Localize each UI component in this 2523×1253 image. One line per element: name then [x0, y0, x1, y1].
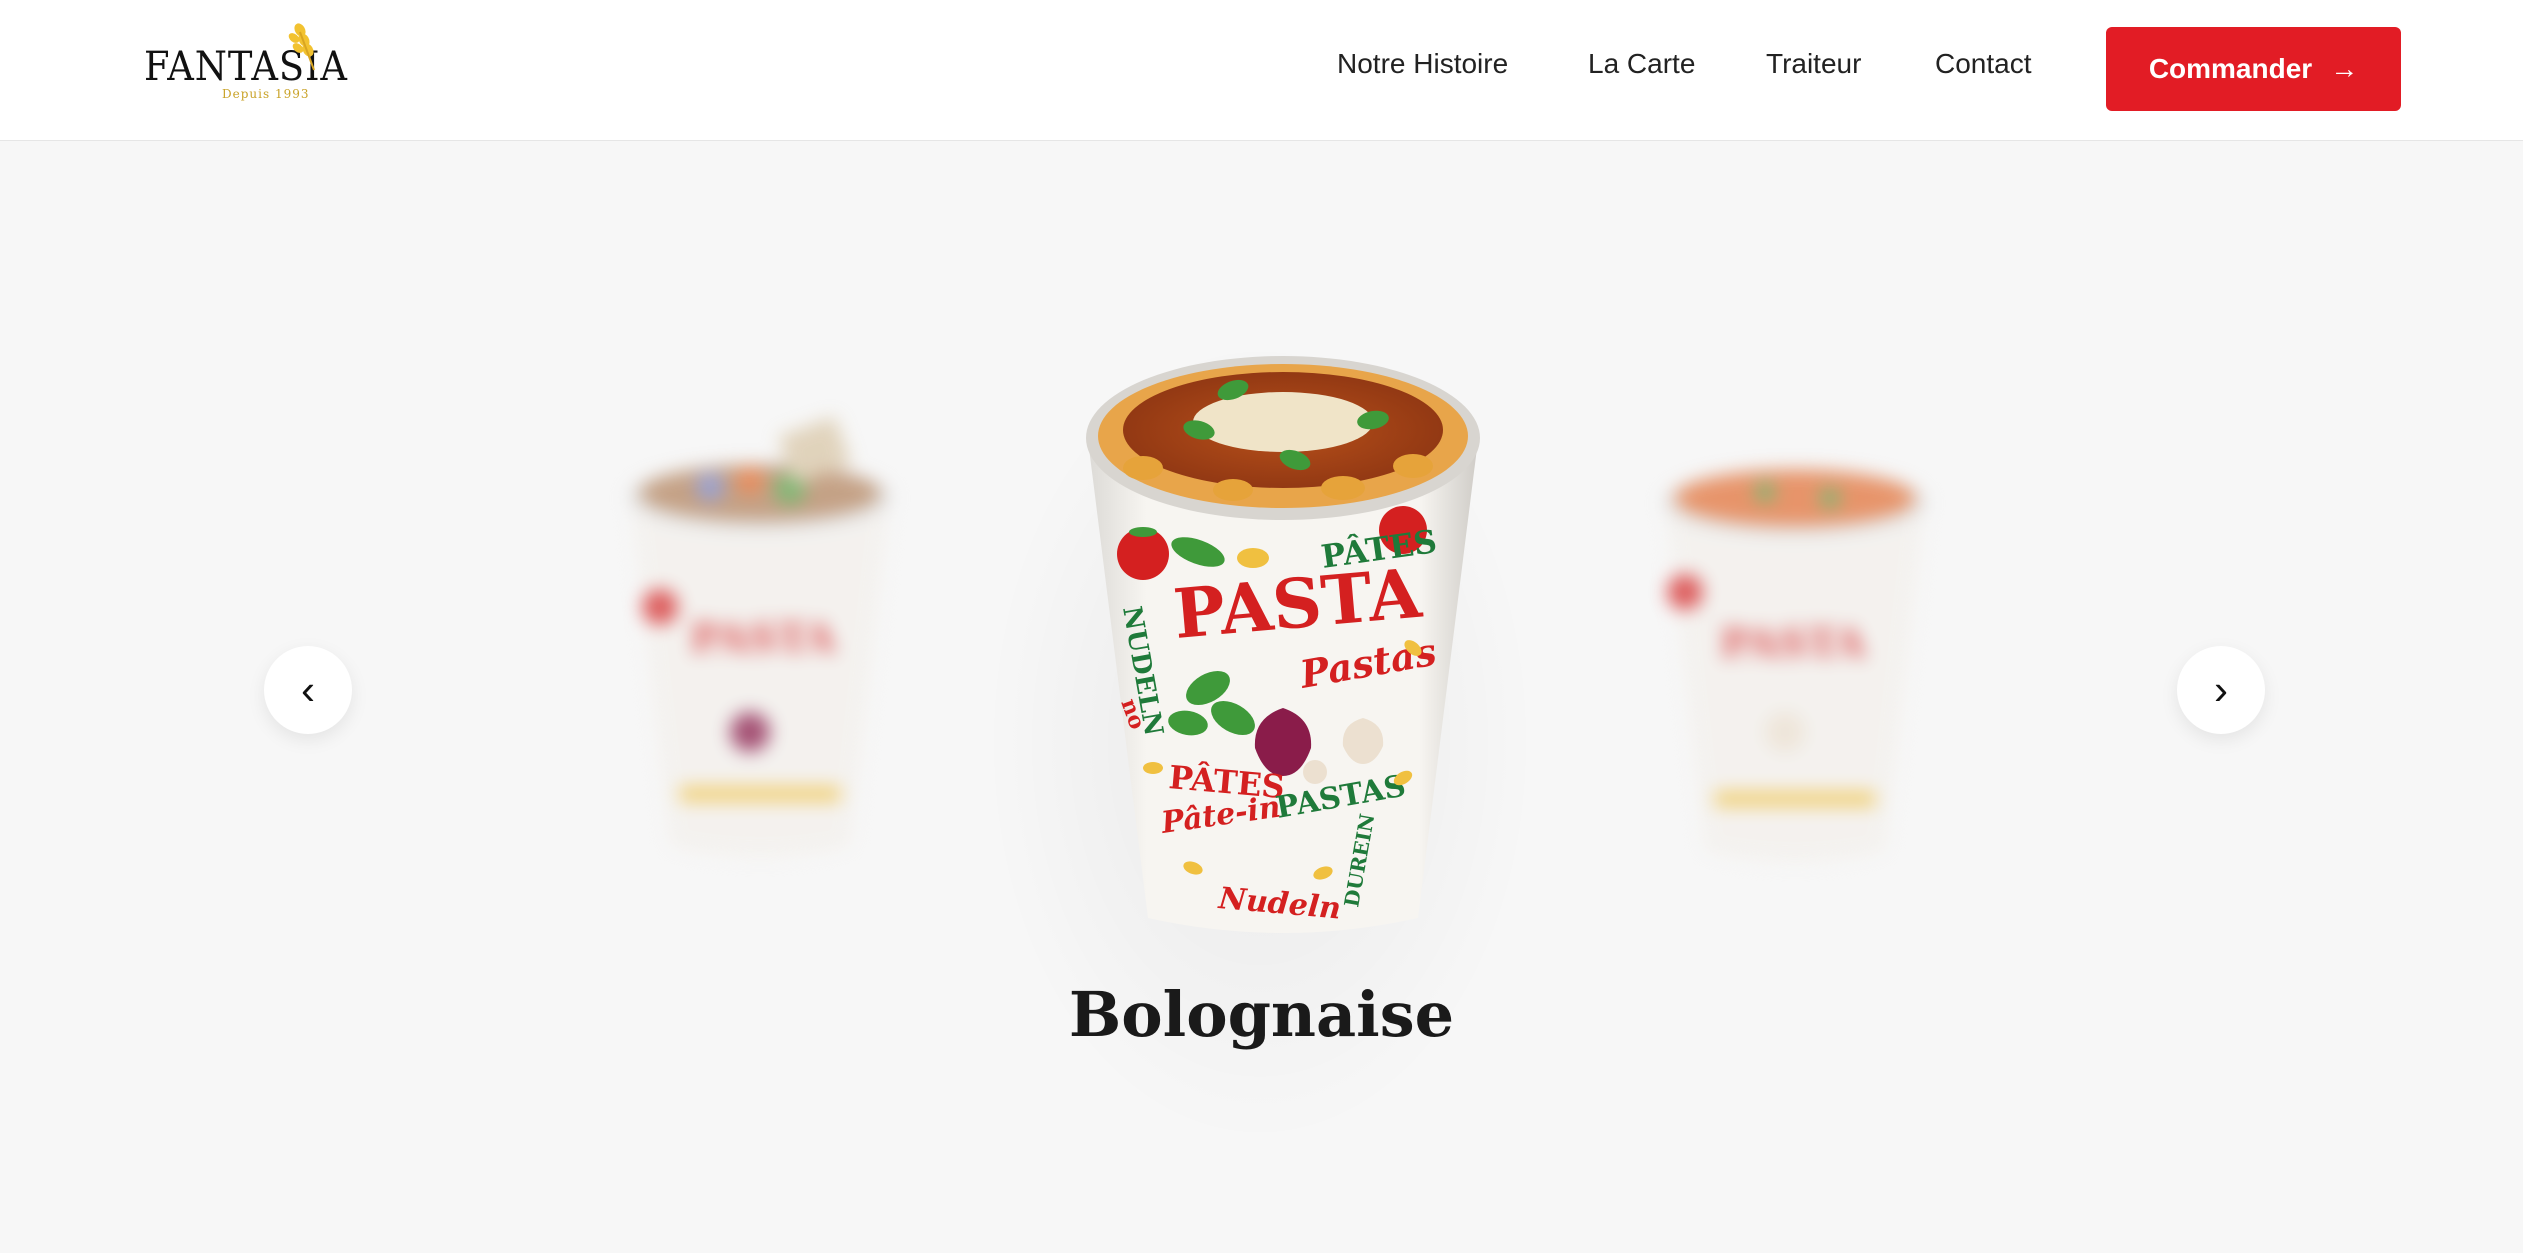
carousel-next-button[interactable]: ›: [2177, 646, 2265, 734]
svg-text:PASTA: PASTA: [690, 615, 837, 662]
carousel-item-next[interactable]: PASTA: [1645, 432, 1945, 872]
chevron-left-icon: ‹: [301, 666, 315, 713]
wheat-icon: [288, 23, 315, 71]
commander-label: Commander: [2148, 53, 2313, 84]
product-carousel: PASTA PASTA PÂTES PASTA NUDELN Pastas no…: [0, 142, 2523, 1253]
product-title: Bolognaise: [1068, 978, 1455, 1051]
carousel-item-prev[interactable]: PASTA: [610, 407, 910, 867]
site-header: FANTASIA Depuis 1993 Notre Histoire La C…: [0, 0, 2523, 141]
commander-button[interactable]: Commander →: [2106, 27, 2401, 111]
chevron-right-icon: ›: [2214, 666, 2228, 713]
nav-link-contact[interactable]: Contact: [1935, 48, 2032, 80]
arrow-right-icon: →: [2330, 53, 2359, 84]
brand-tagline: Depuis 1993: [222, 87, 310, 101]
carousel-item-current-cup[interactable]: PÂTES PASTA NUDELN Pastas no PÂTES PASTA…: [1083, 348, 1483, 943]
svg-text:PASTA: PASTA: [1720, 620, 1867, 667]
nav-link-traiteur[interactable]: Traiteur: [1766, 48, 1861, 80]
brand-logo[interactable]: FANTASIA Depuis 1993: [140, 22, 347, 108]
nav-link-notre-histoire[interactable]: Notre Histoire: [1337, 48, 1508, 80]
carousel-prev-button[interactable]: ‹: [264, 646, 352, 734]
nav-link-la-carte[interactable]: La Carte: [1588, 48, 1695, 80]
